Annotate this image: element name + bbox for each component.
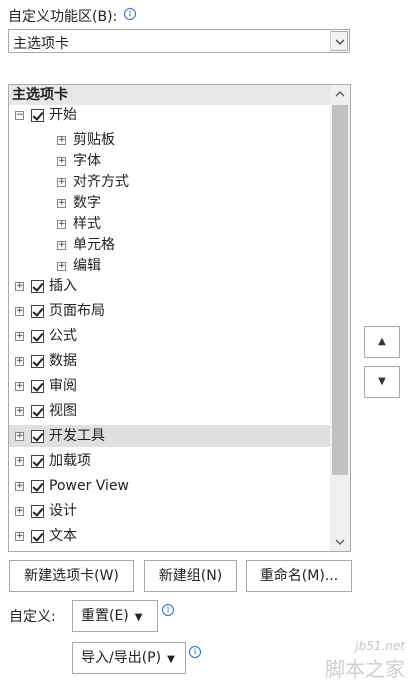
tree-item-developer[interactable]: + 开发工具 (9, 425, 331, 447)
move-down-button[interactable]: ▼ (364, 366, 400, 398)
expand-icon[interactable]: + (15, 282, 24, 291)
rename-button[interactable]: 重命名(M)... (246, 560, 352, 592)
checkbox-icon[interactable] (31, 405, 44, 418)
new-group-button[interactable]: 新建组(N) (144, 560, 237, 592)
tree-item-formulas[interactable]: + 公式 (9, 325, 331, 347)
checkbox-icon[interactable] (31, 280, 44, 293)
tree-item-home[interactable]: − 开始 (9, 104, 331, 126)
checkbox-icon[interactable] (31, 430, 44, 443)
tree-item-power-view[interactable]: + Power View (9, 475, 331, 497)
tree-item-design[interactable]: + 设计 (9, 500, 331, 522)
move-up-button[interactable]: ▲ (364, 326, 400, 358)
expand-icon[interactable]: + (15, 507, 24, 516)
tree-item-cells[interactable]: + 单元格 (9, 234, 331, 256)
checkbox-icon[interactable] (31, 109, 44, 122)
expand-icon[interactable]: + (57, 220, 66, 229)
expand-icon[interactable]: + (15, 457, 24, 466)
triangle-down-icon: ▼ (378, 376, 386, 387)
tree-item-editing[interactable]: + 编辑 (9, 255, 331, 277)
ribbon-tabs-select[interactable]: 主选项卡 (8, 29, 350, 53)
tree-item-alignment[interactable]: + 对齐方式 (9, 171, 331, 193)
expand-icon[interactable]: + (15, 407, 24, 416)
expand-icon[interactable]: + (57, 157, 66, 166)
customize-ribbon-label: 自定义功能区(B): (8, 9, 118, 25)
info-icon[interactable]: i (189, 646, 201, 658)
expand-icon[interactable]: + (57, 178, 66, 187)
tree-item-review[interactable]: + 审阅 (9, 375, 331, 397)
scroll-down-icon[interactable] (330, 533, 350, 551)
checkbox-icon[interactable] (31, 305, 44, 318)
reset-button[interactable]: 重置(E) ▼ (72, 600, 158, 632)
watermark-brand: 脚本之家 (325, 657, 405, 681)
checkbox-icon[interactable] (31, 480, 44, 493)
ribbon-tabs-select-value: 主选项卡 (13, 36, 69, 52)
expand-icon[interactable]: + (15, 382, 24, 391)
expand-icon[interactable]: + (15, 532, 24, 541)
expand-icon[interactable]: + (15, 332, 24, 341)
expand-icon[interactable]: + (57, 199, 66, 208)
customizations-label: 自定义: (9, 609, 56, 625)
tree-item-number[interactable]: + 数字 (9, 192, 331, 214)
tree-item-data[interactable]: + 数据 (9, 350, 331, 372)
triangle-up-icon: ▲ (378, 336, 386, 347)
new-tab-button[interactable]: 新建选项卡(W) (9, 560, 134, 592)
tree-item-page-layout[interactable]: + 页面布局 (9, 300, 331, 322)
tree-item-text[interactable]: + 文本 (9, 525, 331, 547)
scrollbar-thumb[interactable] (332, 105, 348, 475)
info-icon[interactable]: i (124, 8, 136, 20)
collapse-icon[interactable]: − (15, 111, 24, 120)
checkbox-icon[interactable] (31, 455, 44, 468)
tree-item-view[interactable]: + 视图 (9, 400, 331, 422)
watermark: jb51.net 脚本之家 (325, 639, 405, 682)
checkbox-icon[interactable] (31, 530, 44, 543)
expand-icon[interactable]: + (15, 357, 24, 366)
tree-item-styles[interactable]: + 样式 (9, 213, 331, 235)
checkbox-icon[interactable] (31, 505, 44, 518)
tree-scrollbar[interactable] (330, 85, 350, 551)
scroll-up-icon[interactable] (330, 85, 350, 103)
chevron-down-icon[interactable] (330, 31, 348, 51)
tree-item-insert[interactable]: + 插入 (9, 275, 331, 297)
checkbox-icon[interactable] (31, 380, 44, 393)
triangle-down-icon: ▼ (134, 612, 143, 623)
info-icon[interactable]: i (162, 604, 174, 616)
expand-icon[interactable]: + (57, 241, 66, 250)
checkbox-icon[interactable] (31, 355, 44, 368)
expand-icon[interactable]: + (57, 262, 66, 271)
tree-item-clipboard[interactable]: + 剪贴板 (9, 129, 331, 151)
ribbon-tree[interactable]: 主选项卡 − 开始 + 剪贴板 + 字体 + 对齐方式 + 数字 + 样式 + … (8, 84, 351, 552)
expand-icon[interactable]: + (15, 482, 24, 491)
triangle-down-icon: ▼ (167, 654, 175, 665)
tree-header: 主选项卡 (9, 85, 331, 105)
import-export-button[interactable]: 导入/导出(P) ▼ (72, 642, 186, 674)
expand-icon[interactable]: + (57, 136, 66, 145)
expand-icon[interactable]: + (15, 307, 24, 316)
tree-item-font[interactable]: + 字体 (9, 150, 331, 172)
expand-icon[interactable]: + (15, 432, 24, 441)
watermark-site: jb51.net (355, 639, 405, 653)
tree-item-addins[interactable]: + 加载项 (9, 450, 331, 472)
checkbox-icon[interactable] (31, 330, 44, 343)
